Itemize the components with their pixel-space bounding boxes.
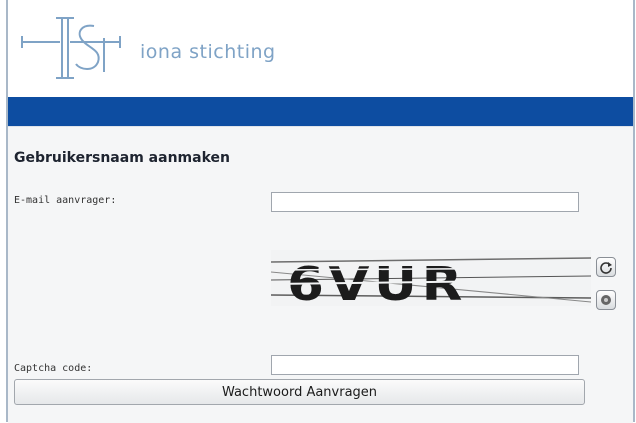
iona-logo-mark xyxy=(21,17,121,79)
captcha-input[interactable] xyxy=(271,355,579,375)
audio-icon[interactable] xyxy=(596,290,616,310)
brand-name: iona stichting xyxy=(140,41,276,63)
form-title: Gebruikersnaam aanmaken xyxy=(14,150,230,166)
email-label: E-mail aanvrager: xyxy=(14,195,117,206)
navigation-bar xyxy=(8,97,633,126)
page-frame: iona stichting Gebruikersnaam aanmaken E… xyxy=(6,0,635,423)
captcha-image-graphic: 6VUR xyxy=(270,250,592,311)
audio-icon-graphic xyxy=(601,295,611,305)
request-password-button[interactable]: Wachtwoord Aanvragen xyxy=(14,379,585,405)
iona-logo[interactable] xyxy=(20,14,140,84)
form-panel: Gebruikersnaam aanmaken E-mail aanvrager… xyxy=(8,126,633,423)
site-header: iona stichting xyxy=(8,0,633,97)
captcha-label: Captcha code: xyxy=(14,363,93,374)
email-input[interactable] xyxy=(271,192,579,212)
refresh-icon-graphic xyxy=(600,262,612,274)
captcha-image: 6VUR xyxy=(270,250,592,311)
refresh-icon[interactable] xyxy=(596,257,616,277)
